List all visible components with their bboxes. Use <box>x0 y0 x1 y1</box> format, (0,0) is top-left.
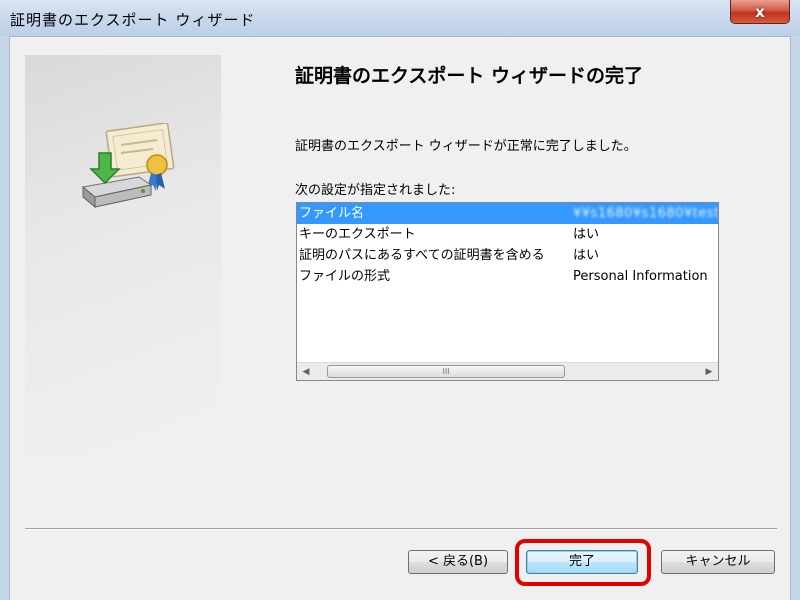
close-button[interactable]: x <box>730 0 790 24</box>
certificate-export-icon <box>81 123 175 209</box>
scroll-left-icon[interactable]: ◀ <box>297 363 315 380</box>
settings-label: 次の設定が指定されました: <box>295 183 456 198</box>
cancel-button[interactable]: キャンセル <box>661 550 775 574</box>
list-item[interactable]: 証明のパスにあるすべての証明書を含める はい <box>297 245 718 266</box>
list-item[interactable]: ファイルの形式 Personal Information <box>297 266 718 287</box>
back-button[interactable]: < 戻る(B) <box>408 550 508 574</box>
setting-name: 証明のパスにあるすべての証明書を含める <box>299 248 545 263</box>
button-divider <box>25 528 777 530</box>
settings-listbox[interactable]: ファイル名 ¥¥s1680¥s1680¥test キーのエクスポート はい 証明… <box>296 202 719 381</box>
window-title: 証明書のエクスポート ウィザード <box>10 11 256 29</box>
wizard-client-area: 証明書のエクスポート ウィザードの完了 証明書のエクスポート ウィザードが正常に… <box>10 37 790 600</box>
setting-value: ¥¥s1680¥s1680¥test <box>573 206 718 221</box>
finish-highlight-ring <box>515 539 651 586</box>
window-frame-right <box>790 36 800 600</box>
setting-name: キーのエクスポート <box>299 227 416 242</box>
setting-value: はい <box>573 248 600 263</box>
scrollbar-thumb[interactable]: III <box>327 365 565 378</box>
scroll-right-icon[interactable]: ▶ <box>700 363 718 380</box>
close-icon: x <box>755 2 765 21</box>
list-item[interactable]: キーのエクスポート はい <box>297 224 718 245</box>
wizard-heading: 証明書のエクスポート ウィザードの完了 <box>295 65 644 87</box>
window-frame-left <box>0 36 10 600</box>
setting-value: Personal Information <box>573 269 708 284</box>
wizard-side-panel <box>25 55 221 460</box>
setting-name: ファイル名 <box>299 206 365 221</box>
horizontal-scrollbar[interactable]: ◀ III ▶ <box>297 362 718 380</box>
setting-value: はい <box>573 227 600 242</box>
title-bar: 証明書のエクスポート ウィザード x <box>0 0 800 37</box>
setting-name: ファイルの形式 <box>299 269 391 284</box>
list-item[interactable]: ファイル名 ¥¥s1680¥s1680¥test <box>297 203 718 224</box>
completion-message: 証明書のエクスポート ウィザードが正常に完了しました。 <box>295 139 637 154</box>
